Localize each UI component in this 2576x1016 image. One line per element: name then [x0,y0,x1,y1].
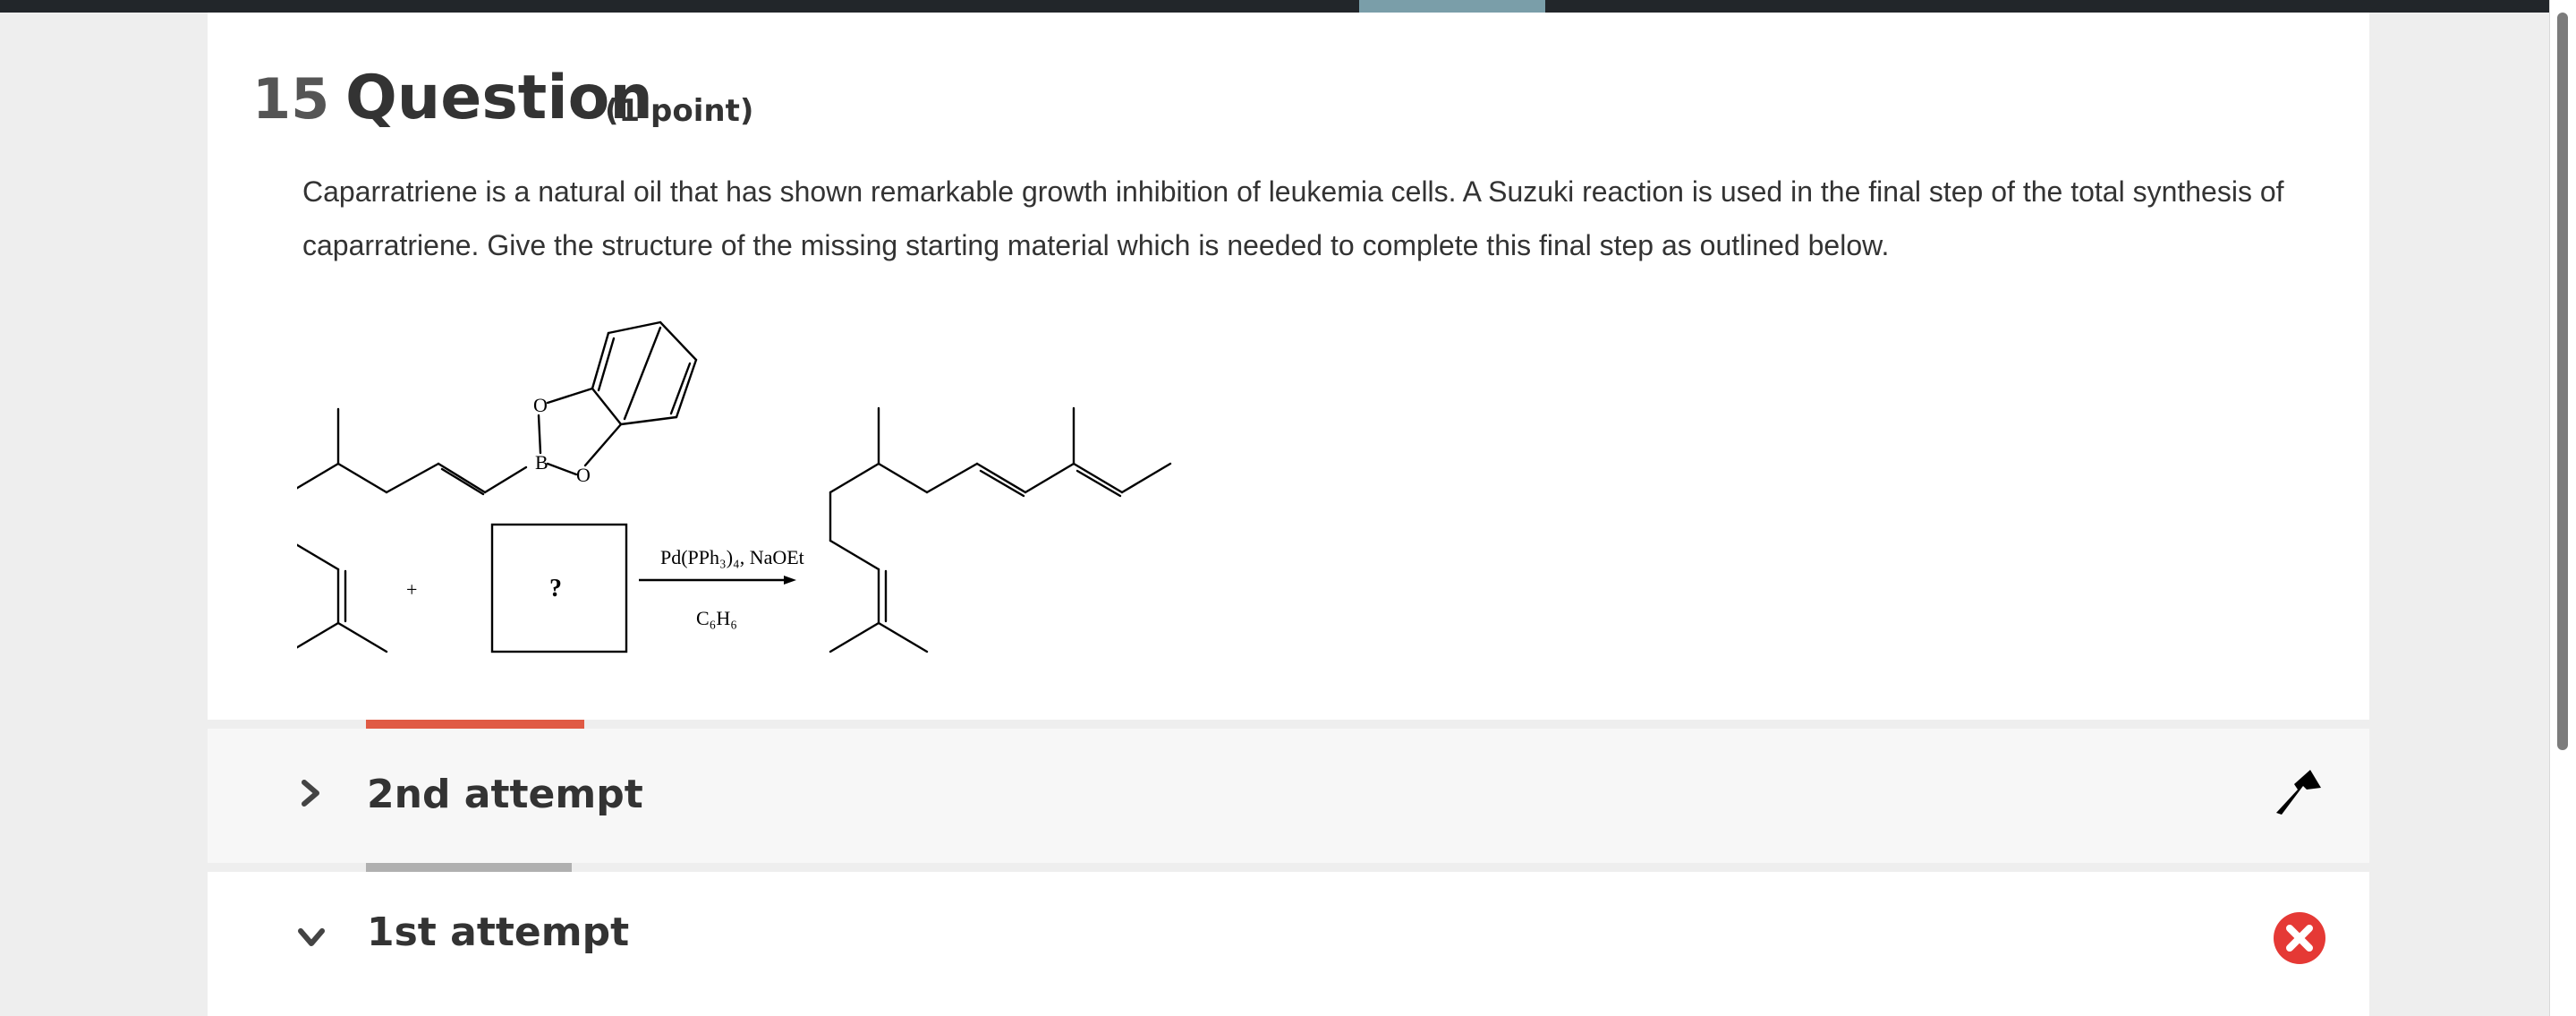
page-scrollbar[interactable] [2549,0,2576,1016]
attempt-1st-label[interactable]: 1st attempt [367,909,629,955]
scrollbar-thumb[interactable] [2557,13,2568,750]
chevron-down-icon[interactable] [293,918,329,954]
active-attempt-marker [366,720,584,729]
attempt-1st[interactable]: 1st attempt [208,863,2369,1016]
plus-sign: + [406,578,417,601]
missing-reactant-mark: ? [549,575,562,602]
incorrect-x-icon [2274,912,2325,964]
chevron-right-icon[interactable] [293,775,329,811]
top-progress-indicator [1359,0,1545,13]
question-text: Caparratriene is a natural oil that has … [302,175,2284,261]
question-card: 15 Question (1 point) Caparratriene is a… [208,13,2369,1016]
atom-label-o-top: O [533,394,548,416]
product-structure [829,406,1172,653]
attempt-2nd-label[interactable]: 2nd attempt [367,772,643,817]
solvent-label: C₆H₆ [696,607,737,629]
flag-icon[interactable] [2271,763,2328,820]
top-progress-bar [0,0,2549,13]
reaction-scheme-drawing: O B O + ? Pd(PPh₃)₄, NaOEt C₆H₆ [288,320,1172,653]
question-points: (1 point) [605,93,754,129]
inactive-attempt-marker [366,863,572,872]
reagents-label: Pd(PPh₃)₄, NaOEt [660,546,804,568]
question-number: 15 [252,66,330,132]
question-panel: 15 Question (1 point) Caparratriene is a… [208,13,2369,720]
atom-label-o-bottom: O [576,464,591,486]
attempt-2nd[interactable]: 2nd attempt [208,720,2369,863]
reaction-scheme: O B O + ? Pd(PPh₃)₄, NaOEt C₆H₆ [288,297,1424,673]
atom-label-b: B [535,451,548,474]
reaction-arrowhead [784,576,796,585]
